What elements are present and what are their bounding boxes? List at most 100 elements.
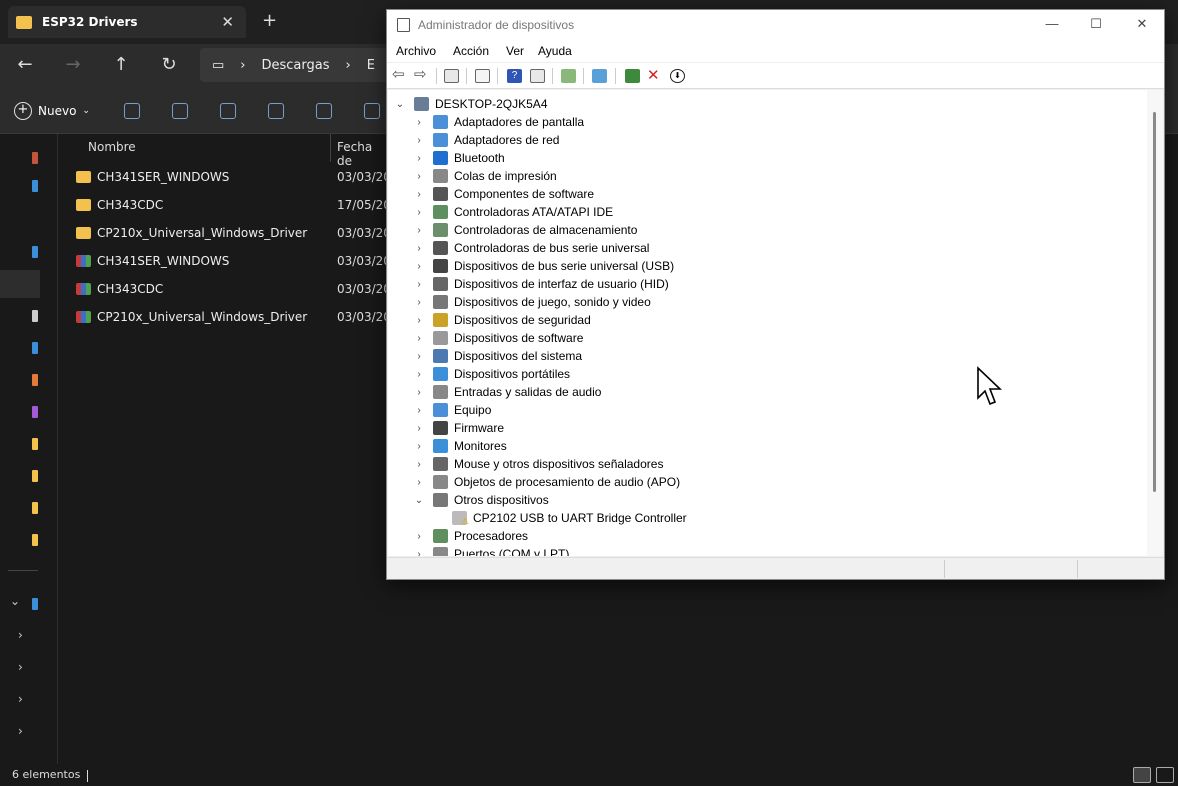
scrollbar-thumb[interactable] [1153, 112, 1156, 492]
menu-archivo[interactable]: Archivo [396, 44, 436, 58]
tree-category[interactable]: › Controladoras ATA/ATAPI IDE [413, 203, 613, 221]
menu-ayuda[interactable]: Ayuda [538, 44, 572, 58]
close-button[interactable]: ✕ [1132, 16, 1152, 32]
properties-icon[interactable] [475, 69, 490, 83]
sidebar-item-icon[interactable] [32, 470, 38, 482]
file-row[interactable]: CH341SER_WINDOWS 03/03/202 [76, 163, 399, 191]
tree-category[interactable]: › Controladoras de almacenamiento [413, 221, 637, 239]
details-view-icon[interactable] [1133, 767, 1151, 783]
sidebar-item-icon[interactable] [32, 534, 38, 546]
forward-arrow-icon[interactable]: → [60, 52, 86, 78]
chevron-right-icon[interactable]: › [413, 423, 425, 434]
delete-icon[interactable] [364, 103, 380, 119]
rename-icon[interactable] [268, 103, 284, 119]
sidebar-item-icon[interactable] [32, 342, 38, 354]
chevron-down-icon[interactable]: ⌄ [394, 99, 406, 110]
file-row[interactable]: CP210x_Universal_Windows_Driver 03/03/202 [76, 303, 399, 331]
refresh-icon[interactable]: ↻ [156, 52, 182, 78]
chevron-right-icon[interactable]: › [413, 171, 425, 182]
tree-category[interactable]: › Componentes de software [413, 185, 594, 203]
tree-category[interactable]: › Mouse y otros dispositivos señaladores [413, 455, 663, 473]
tree-category[interactable]: › Dispositivos de seguridad [413, 311, 591, 329]
menu-ver[interactable]: Ver [506, 44, 524, 58]
tree-category[interactable]: › Dispositivos de interfaz de usuario (HI… [413, 275, 669, 293]
up-arrow-icon[interactable]: ↑ [108, 52, 134, 78]
new-tab-button[interactable]: + [262, 10, 277, 31]
chevron-right-icon[interactable]: › [413, 405, 425, 416]
tree-category[interactable]: › Bluetooth [413, 149, 505, 167]
tree-category[interactable]: › Dispositivos portátiles [413, 365, 570, 383]
chevron-right-icon[interactable]: › [413, 315, 425, 326]
chevron-right-icon[interactable]: › [413, 369, 425, 380]
tree-root[interactable]: ⌄ DESKTOP-2QJK5A4 [394, 95, 548, 113]
column-divider[interactable] [330, 134, 331, 162]
chevron-right-icon[interactable]: › [18, 660, 23, 674]
tree-category[interactable]: › Procesadores [413, 527, 528, 545]
sidebar-selected-item[interactable] [0, 270, 40, 298]
tree-category[interactable]: › Objetos de procesamiento de audio (APO) [413, 473, 680, 491]
tree-category[interactable]: › Equipo [413, 401, 491, 419]
tiles-view-icon[interactable] [1156, 767, 1174, 783]
tree-scrollbar[interactable] [1147, 90, 1163, 556]
maximize-button[interactable]: ☐ [1086, 16, 1106, 32]
chevron-right-icon[interactable]: › [413, 351, 425, 362]
show-hide-console-icon[interactable] [444, 69, 459, 83]
tree-category[interactable]: › Adaptadores de red [413, 131, 559, 149]
sidebar-item-icon[interactable] [32, 598, 38, 610]
column-name[interactable]: Nombre [88, 140, 136, 154]
chevron-right-icon[interactable]: › [413, 333, 425, 344]
back-arrow-icon[interactable]: ← [12, 52, 38, 78]
scan-hardware-icon[interactable] [561, 69, 576, 83]
help-icon[interactable]: ? [507, 69, 522, 83]
new-button[interactable]: + Nuevo ⌄ [14, 102, 90, 120]
update-driver-icon[interactable] [625, 69, 640, 83]
uninstall-device-icon[interactable]: ✕ [647, 68, 662, 83]
chevron-right-icon[interactable]: › [413, 477, 425, 488]
tree-device-cp2102[interactable]: ⚠ CP2102 USB to UART Bridge Controller [432, 509, 687, 527]
breadcrumb-current[interactable]: E [367, 58, 375, 73]
sidebar-item-icon[interactable] [32, 180, 38, 192]
chevron-right-icon[interactable]: › [413, 189, 425, 200]
paste-icon[interactable] [220, 103, 236, 119]
chevron-right-icon[interactable]: › [413, 459, 425, 470]
chevron-right-icon[interactable]: › [413, 135, 425, 146]
sidebar-item-icon[interactable] [32, 502, 38, 514]
chevron-right-icon[interactable]: › [413, 441, 425, 452]
view-icon[interactable] [530, 69, 545, 83]
chevron-right-icon[interactable]: › [413, 207, 425, 218]
breadcrumb-descargas[interactable]: Descargas [262, 58, 330, 73]
minimize-button[interactable]: — [1042, 16, 1062, 31]
chevron-right-icon[interactable]: › [413, 297, 425, 308]
tree-category[interactable]: › Colas de impresión [413, 167, 557, 185]
share-icon[interactable] [316, 103, 332, 119]
tree-category[interactable]: › Dispositivos de software [413, 329, 583, 347]
tree-category[interactable]: › Dispositivos del sistema [413, 347, 582, 365]
cut-icon[interactable] [124, 103, 140, 119]
tree-category[interactable]: › Dispositivos de juego, sonido y video [413, 293, 651, 311]
sidebar-item-icon[interactable] [32, 246, 38, 258]
chevron-right-icon[interactable]: › [18, 692, 23, 706]
tree-category[interactable]: › Entradas y salidas de audio [413, 383, 601, 401]
sidebar-item-icon[interactable] [32, 374, 38, 386]
forward-icon[interactable]: ⇨ [414, 67, 429, 83]
tree-category[interactable]: › Firmware [413, 419, 504, 437]
chevron-right-icon[interactable]: › [413, 261, 425, 272]
close-tab-icon[interactable]: ✕ [221, 13, 234, 31]
back-icon[interactable]: ⇦ [392, 67, 407, 83]
tree-category[interactable]: › Dispositivos de bus serie universal (US… [413, 257, 674, 275]
chevron-right-icon[interactable]: › [18, 628, 23, 642]
tab-esp32-drivers[interactable]: ESP32 Drivers ✕ [8, 6, 246, 38]
file-row[interactable]: CH343CDC 03/03/202 [76, 275, 399, 303]
chevron-right-icon[interactable]: › [413, 243, 425, 254]
tree-category[interactable]: ⌄ Otros dispositivos [413, 491, 549, 509]
file-row[interactable]: CH341SER_WINDOWS 03/03/202 [76, 247, 399, 275]
disable-device-icon[interactable]: ⬇ [670, 69, 685, 83]
copy-icon[interactable] [172, 103, 188, 119]
file-row[interactable]: CP210x_Universal_Windows_Driver 03/03/202 [76, 219, 399, 247]
sidebar-item-icon[interactable] [32, 406, 38, 418]
monitor-icon[interactable] [592, 69, 607, 83]
chevron-right-icon[interactable]: › [413, 225, 425, 236]
chevron-right-icon[interactable]: › [413, 387, 425, 398]
chevron-right-icon[interactable]: › [413, 549, 425, 557]
tree-category[interactable]: › Puertos (COM y LPT) [413, 545, 569, 556]
